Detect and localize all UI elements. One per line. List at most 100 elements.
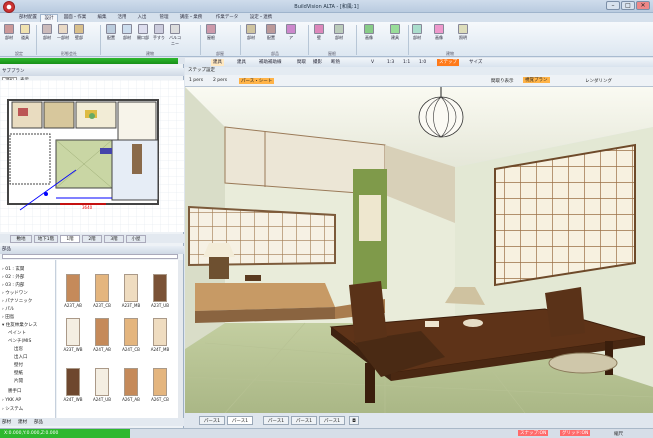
tab-data[interactable]: 作業データ — [212, 14, 242, 22]
ribbon-button-3[interactable]: 部材 — [40, 24, 54, 41]
visual-plan-button[interactable]: 視覚プラン — [523, 77, 550, 83]
ribbon-button-9[interactable]: 手すり — [152, 24, 166, 41]
ribbon-button-5[interactable]: 壁部 — [72, 24, 86, 41]
tree-item[interactable]: 出入口 — [14, 354, 28, 360]
ribbon-button-10[interactable]: バルコニー — [168, 24, 182, 47]
tab-io[interactable]: 入出 — [134, 14, 150, 22]
ribbon-button-8[interactable]: 開口部 — [136, 24, 150, 41]
view-button[interactable]: 1:0 — [417, 59, 428, 66]
catalog-tile[interactable]: A24T_AB — [88, 318, 116, 356]
grid-toggle[interactable]: グリッド:ON — [560, 430, 591, 436]
view-button[interactable]: 断熱 — [329, 59, 342, 66]
view-tab[interactable]: パース1 — [263, 416, 289, 425]
tree-item[interactable]: ペイント — [8, 330, 26, 336]
catalog-tile[interactable]: A24T_UB — [88, 368, 116, 406]
floor-tab-3f[interactable]: 3階 — [104, 235, 124, 243]
view-tab[interactable]: パース1 — [227, 416, 253, 425]
floor-tab-2f[interactable]: 2階 — [82, 235, 102, 243]
tab-edit[interactable]: 編集 — [94, 14, 110, 22]
catalog-search-input[interactable] — [2, 254, 178, 259]
view-button[interactable]: 補助補助線 — [257, 59, 284, 66]
tab-file[interactable]: 部材配置 — [18, 14, 38, 22]
catalog-tile[interactable]: A26T_AB — [117, 368, 145, 406]
ribbon-button-17[interactable]: 画像 — [362, 24, 376, 41]
ribbon-button-21[interactable]: 照明 — [456, 24, 470, 41]
tree-item[interactable]: › 田島 — [2, 314, 14, 320]
catalog-scrollbar[interactable] — [178, 260, 183, 418]
tree-item[interactable]: › ウッドワン — [2, 290, 28, 296]
tree-item[interactable]: 片開 — [14, 378, 23, 384]
tree-item[interactable]: › 02 : 外部 — [2, 274, 24, 280]
perspective-viewport[interactable] — [185, 87, 653, 413]
ribbon-button-6[interactable]: 配置 — [104, 24, 118, 41]
ribbon-button-1[interactable]: 部材 — [2, 24, 16, 41]
tree-item[interactable]: 壁紙 — [14, 370, 23, 376]
tree-item[interactable]: ▾ 住友林業クレス — [2, 322, 37, 328]
tree-item[interactable]: › パナソニック — [2, 298, 32, 304]
catalog-tile[interactable]: A23T_CB — [88, 274, 116, 312]
view-button[interactable]: 間取 — [295, 59, 308, 66]
catalog-tile[interactable]: A23T_WB — [59, 318, 87, 356]
tab-design[interactable]: 設計 — [40, 14, 58, 22]
ribbon-button-13[interactable]: 配置 — [264, 24, 278, 41]
tree-item[interactable]: ベンチ(MIS — [8, 338, 31, 344]
ribbon-button-18[interactable]: 建具 — [388, 24, 402, 41]
bottom-tab[interactable]: 部品 — [34, 419, 43, 425]
tab-use[interactable]: 活用 — [114, 14, 130, 22]
tree-item[interactable]: › システム — [2, 406, 23, 412]
ribbon-button-4[interactable]: 一部材 — [56, 24, 70, 41]
catalog-tile[interactable]: A23T_UB — [146, 274, 174, 312]
ribbon-button-19[interactable]: 部材 — [410, 24, 424, 41]
tree-item[interactable]: 出窓 — [14, 346, 23, 352]
minimize-button[interactable]: – — [606, 1, 620, 10]
catalog-tile[interactable]: A24T_WB — [59, 368, 87, 406]
tab-manage[interactable]: 管理 — [156, 14, 172, 22]
floor-tab-basement[interactable]: 地下1階 — [34, 235, 58, 243]
tree-item[interactable]: › YKK AP — [2, 398, 21, 403]
catalog-tile[interactable]: A23T_AB — [59, 274, 87, 312]
view-tab[interactable]: パース1 — [319, 416, 345, 425]
tab-course[interactable]: 講座・業務 — [176, 14, 206, 22]
camera-icon[interactable]: ◘ — [349, 416, 359, 425]
tab-drawing[interactable]: 図面・作業 — [60, 14, 90, 22]
tree-item[interactable]: › 03 : 内部 — [2, 282, 24, 288]
tree-item[interactable]: 壁付 — [14, 362, 23, 368]
view-button[interactable]: 1:1 — [401, 59, 412, 66]
ribbon-button-15[interactable]: 壁 — [312, 24, 326, 41]
step-button[interactable]: ステップ — [437, 59, 459, 66]
floor-tab-1f[interactable]: 1階 — [60, 235, 80, 243]
view-button[interactable]: V — [369, 59, 376, 66]
viewer-mode-button[interactable]: 2 pers — [213, 78, 227, 83]
rendering-button[interactable]: レンダリング — [585, 78, 612, 84]
view-tab[interactable]: パース1 — [291, 416, 317, 425]
viewer-mode-button[interactable]: 1 pers — [189, 78, 203, 83]
view-button[interactable]: 1:3 — [385, 59, 396, 66]
ribbon-button-20[interactable]: 画像 — [432, 24, 446, 41]
view-button[interactable]: 建具 — [235, 59, 248, 66]
ribbon-button-12[interactable]: 部材 — [244, 24, 258, 41]
bottom-tab[interactable]: 建材 — [18, 419, 27, 425]
ribbon-button-16[interactable]: 部材 — [332, 24, 346, 41]
ribbon-button-11[interactable]: 屋根 — [204, 24, 218, 41]
ribbon-button-14[interactable]: ア — [284, 24, 298, 41]
catalog-tile[interactable]: A26T_CB — [146, 368, 174, 406]
tree-item[interactable]: 勝手口 — [8, 388, 22, 394]
catalog-tile[interactable]: A23T_MB — [117, 274, 145, 312]
floorplan-toggle[interactable]: 間取り表示 — [491, 78, 514, 84]
close-button[interactable]: ✕ — [636, 1, 650, 10]
tree-item[interactable]: › パル — [2, 306, 14, 312]
floor-tab-attic[interactable]: 小屋 — [126, 235, 146, 243]
snap-toggle[interactable]: スナップ:ON — [518, 430, 549, 436]
view-button[interactable]: 撮影 — [311, 59, 324, 66]
catalog-tile[interactable]: A24T_MB — [146, 318, 174, 356]
tree-item[interactable]: › 01 : 玄関 — [2, 266, 24, 272]
bottom-tab[interactable]: 部材 — [2, 419, 11, 425]
ribbon-button-7[interactable]: 部材 — [120, 24, 134, 41]
view-tab[interactable]: パース1 — [199, 416, 225, 425]
view-button[interactable]: 建具 — [211, 59, 224, 66]
ribbon-button-2[interactable]: 道具 — [18, 24, 32, 41]
catalog-tile[interactable]: A24T_CB — [117, 318, 145, 356]
floor-plan[interactable]: 3640 — [0, 80, 184, 232]
tab-settings[interactable]: 設定・連携 — [246, 14, 276, 22]
maximize-button[interactable]: □ — [621, 1, 635, 10]
